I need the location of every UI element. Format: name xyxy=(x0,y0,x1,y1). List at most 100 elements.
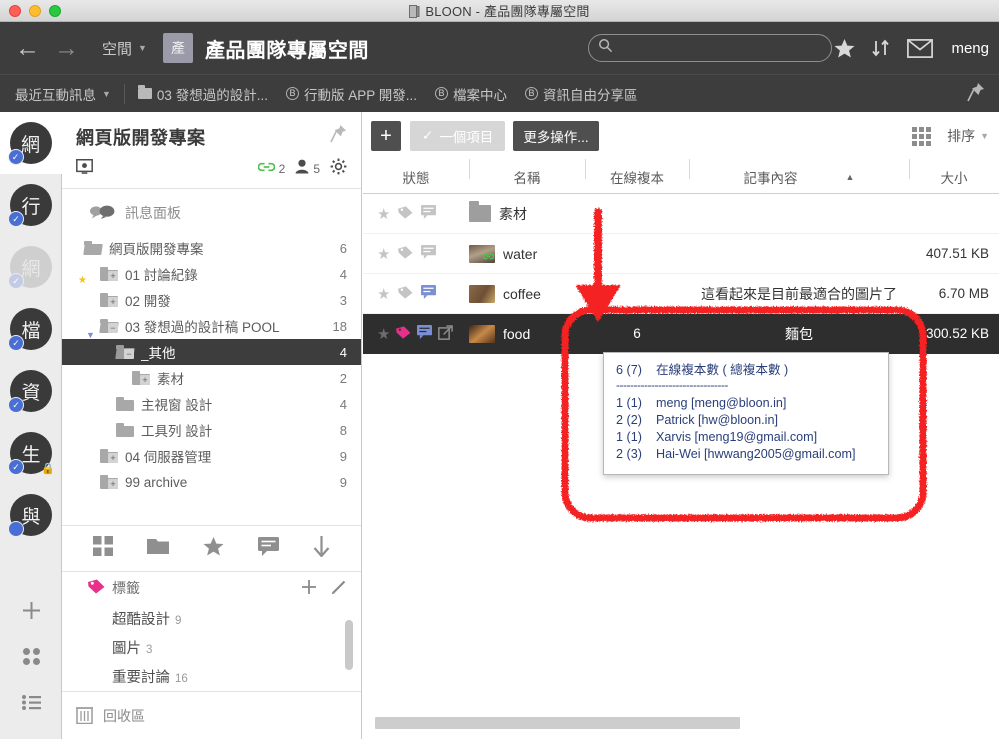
rail-avatar-label: 網 xyxy=(21,258,41,280)
star-icon[interactable]: ★ xyxy=(377,205,390,223)
four-dots-icon[interactable] xyxy=(0,633,62,679)
tree-row[interactable]: + 99 archive 9 xyxy=(62,469,361,495)
table-row[interactable]: ★ water 407.51 KB xyxy=(363,234,999,274)
mail-icon[interactable] xyxy=(907,38,934,58)
column-header-name[interactable]: 名稱 xyxy=(469,158,585,187)
tag-item[interactable]: 超酷設計 9 xyxy=(62,604,361,633)
space-avatar: 網 ✓ xyxy=(8,246,52,289)
tree-row-selected[interactable]: − _其他 4 xyxy=(62,339,361,365)
tag-icon[interactable] xyxy=(396,325,411,342)
rail-item-1[interactable]: 行 ✓ xyxy=(0,174,62,236)
tree-row[interactable]: 主視窗 設計 4 xyxy=(62,391,361,417)
tag-item[interactable]: 圖片 3 xyxy=(62,633,361,662)
table-row[interactable]: ★ 素材 xyxy=(363,194,999,234)
horizontal-scrollbar[interactable] xyxy=(375,717,740,729)
screen-share-icon[interactable] xyxy=(76,159,93,179)
space-avatar: 生 ✓ 🔒 xyxy=(8,432,55,475)
star-icon[interactable]: ★ xyxy=(377,285,390,303)
column-header-note[interactable]: 記事內容 ▲ xyxy=(689,158,909,187)
forward-icon[interactable]: → xyxy=(51,35,82,61)
back-icon[interactable]: ← xyxy=(12,35,43,61)
star-icon[interactable]: ★ xyxy=(377,325,390,343)
tag-icon[interactable] xyxy=(398,285,413,302)
grid-icon[interactable] xyxy=(93,536,113,561)
comment-icon[interactable] xyxy=(417,325,433,342)
star-icon[interactable] xyxy=(834,38,855,58)
pin-icon[interactable] xyxy=(967,82,985,105)
column-header-size[interactable]: 大小 xyxy=(909,158,999,187)
space-avatar[interactable]: 產 xyxy=(162,33,193,63)
tree-row[interactable]: − ▼ 03 發想過的設計稿 POOL 18 xyxy=(62,313,361,341)
tree-row[interactable]: 網頁版開發專案 6 xyxy=(62,235,361,261)
tag-item[interactable]: 重要討論 16 xyxy=(62,662,361,691)
star-icon[interactable]: ★ xyxy=(377,245,390,263)
star-icon[interactable] xyxy=(203,536,224,561)
tabs-bar: 最近互動訊息 ▼ 03 發想過的設計... B 行動版 APP 開發... B … xyxy=(0,74,999,112)
tree-row[interactable]: + 02 開發 3 xyxy=(62,287,361,313)
tags-scrollbar[interactable] xyxy=(345,620,353,670)
recent-messages-menu[interactable]: 最近互動訊息 ▼ xyxy=(15,84,111,104)
image-thumbnail xyxy=(469,284,495,303)
sort-button[interactable]: 排序 ▼ xyxy=(947,126,989,146)
comment-icon[interactable] xyxy=(421,245,437,262)
rail-item-2[interactable]: 網 ✓ xyxy=(0,236,62,298)
plus-icon[interactable] xyxy=(301,579,317,598)
rail-item-3[interactable]: 檔 ✓ xyxy=(0,298,62,360)
tooltip-entry-text: Patrick [hw@bloon.in] xyxy=(656,413,778,427)
tab-file-center[interactable]: B 檔案中心 xyxy=(434,84,507,104)
search-input[interactable] xyxy=(619,40,809,56)
sidebar-tools xyxy=(62,525,361,571)
folder-plus-icon: + xyxy=(100,449,118,463)
message-panel-item[interactable]: 訊息面板 xyxy=(62,189,361,231)
comment-icon[interactable] xyxy=(421,205,437,222)
gear-icon[interactable] xyxy=(330,158,347,180)
top-navigation-bar: ← → 空間 ▼ 產 產品團隊專屬空間 meng xyxy=(0,22,999,74)
selection-count-label: 一個項目 xyxy=(439,130,494,145)
row-name: food xyxy=(469,324,585,343)
space-avatar: 檔 ✓ xyxy=(8,308,52,351)
folder-plus-icon: + xyxy=(132,371,150,385)
arrow-down-icon[interactable] xyxy=(313,535,330,562)
external-link-icon[interactable] xyxy=(438,324,454,343)
member-icon xyxy=(295,159,309,179)
tree-row[interactable]: + ★ 01 討論紀錄 4 xyxy=(62,261,361,287)
rail-item-6[interactable]: 與 xyxy=(0,484,62,546)
tag-icon[interactable] xyxy=(398,245,413,262)
tree-row[interactable]: 工具列 設計 8 xyxy=(62,417,361,443)
comment-icon[interactable] xyxy=(421,285,437,302)
more-actions-button[interactable]: 更多操作... xyxy=(513,121,599,151)
tree-row[interactable]: + 素材 2 xyxy=(62,365,361,391)
table-row-selected[interactable]: ★ food 6 麵包 300.52 KB xyxy=(363,314,999,354)
column-header-state[interactable]: 狀態 xyxy=(363,167,469,187)
row-online-copy[interactable]: 6 xyxy=(585,326,689,341)
tree-count: 4 xyxy=(339,344,347,360)
tree-row[interactable]: + 04 伺服器管理 9 xyxy=(62,443,361,469)
list-icon[interactable] xyxy=(0,679,62,725)
pencil-icon[interactable] xyxy=(331,579,347,598)
rail-item-5[interactable]: 生 ✓ 🔒 xyxy=(0,422,62,484)
space-menu-button[interactable]: 空間 ▼ xyxy=(102,38,147,59)
sort-arrows-icon[interactable] xyxy=(871,38,891,58)
tab-design-pool[interactable]: 03 發想過的設計... xyxy=(137,84,268,104)
column-header-online-copy[interactable]: 在線複本 xyxy=(585,158,689,187)
rail-item-0[interactable]: 網 ✓ xyxy=(0,112,62,174)
tab-mobile-app[interactable]: B 行動版 APP 開發... xyxy=(285,84,417,104)
pin-icon[interactable] xyxy=(330,124,347,148)
tag-label: 圖片 xyxy=(112,641,141,657)
add-space-button[interactable] xyxy=(0,587,62,633)
tag-icon[interactable] xyxy=(398,205,413,222)
check-badge-icon: ✓ xyxy=(7,149,24,165)
comment-icon[interactable] xyxy=(258,536,279,561)
table-row[interactable]: ★ coffee 這看起來是目前最適合的圖片了 6.70 MB xyxy=(363,274,999,314)
search-box[interactable] xyxy=(588,34,832,62)
sidebar-meta: 2 5 xyxy=(76,158,347,180)
grid-view-icon[interactable] xyxy=(912,126,932,146)
user-name[interactable]: meng xyxy=(951,40,989,57)
folder-icon[interactable] xyxy=(147,537,169,560)
project-sidebar: 網頁版開發專案 2 5 訊息面板 網頁版開發專案 6 + ★ 01 討論紀錄 4… xyxy=(62,112,362,739)
trash-item[interactable]: 回收區 xyxy=(62,691,361,739)
rail-item-4[interactable]: 資 ✓ xyxy=(0,360,62,422)
add-file-button[interactable]: + xyxy=(371,121,401,151)
tab-info-share[interactable]: B 資訊自由分享區 xyxy=(524,84,637,104)
selection-count-button[interactable]: ✓ 一個項目 xyxy=(410,121,506,151)
